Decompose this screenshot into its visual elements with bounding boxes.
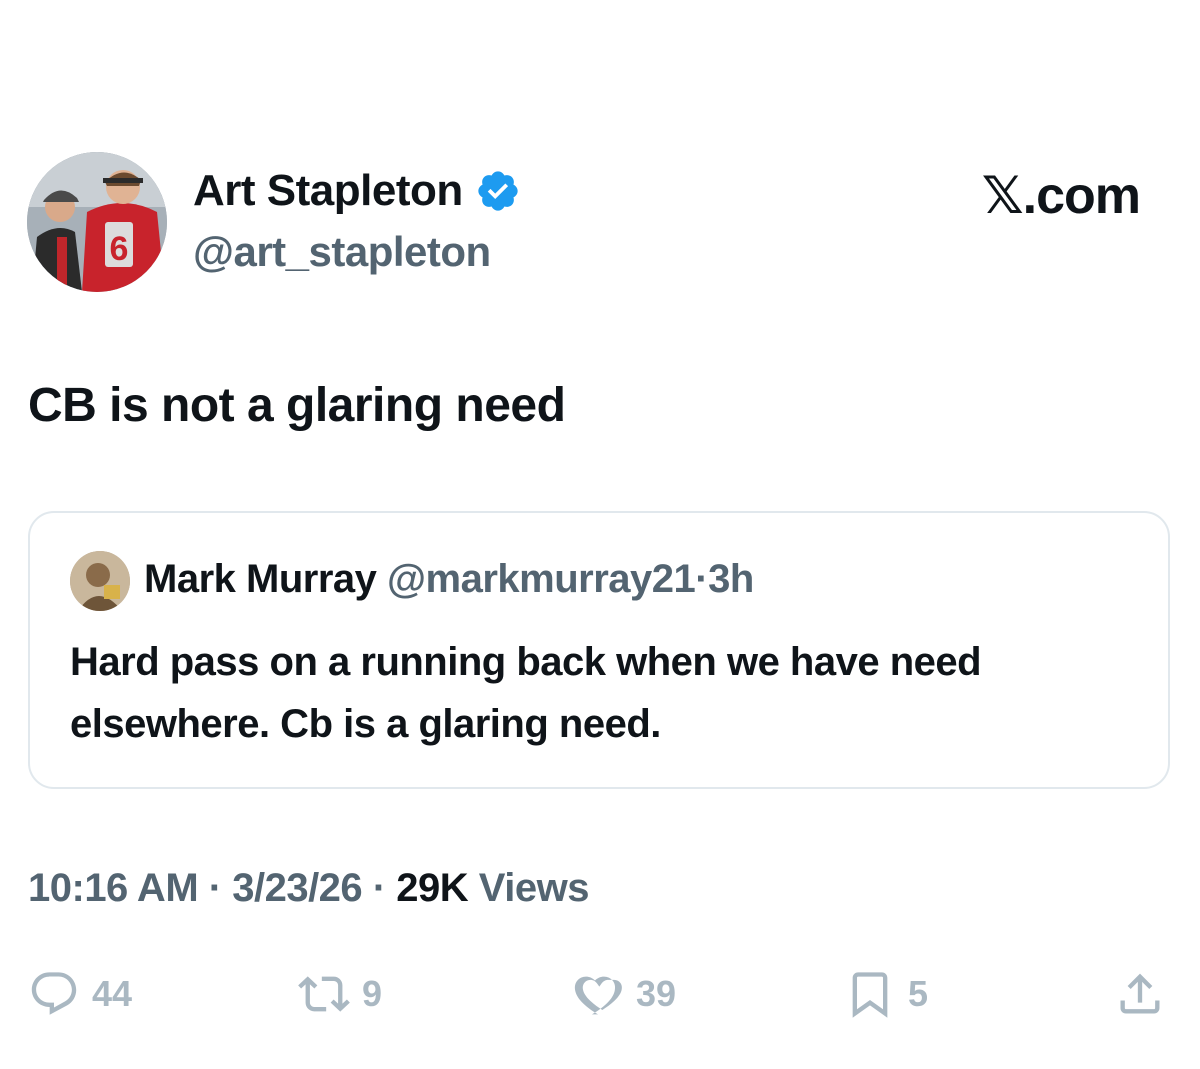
quote-text: Hard pass on a running back when we have… — [70, 640, 982, 746]
quote-author-avatar[interactable] — [70, 551, 130, 611]
quote-author-name[interactable]: Mark Murray — [144, 557, 377, 601]
repost-icon — [298, 976, 350, 1012]
quote-author-handle[interactable]: @markmurray21 — [387, 557, 696, 601]
x-brand-logo: 𝕏.com — [981, 167, 1141, 225]
like-button[interactable]: 39 — [572, 966, 676, 1022]
tweet-text: CB is not a glaring need — [28, 379, 566, 432]
share-button[interactable] — [1114, 966, 1178, 1022]
quote-header: Mark Murray @markmurray21·3h — [144, 557, 754, 602]
bookmark-button[interactable]: 5 — [844, 966, 928, 1022]
meta-separator: · — [372, 866, 386, 910]
views-count: 29K — [396, 866, 469, 910]
tweet-date[interactable]: 3/23/26 — [232, 866, 362, 910]
author-handle[interactable]: @art_stapleton — [193, 228, 491, 276]
views-label: Views — [468, 866, 590, 910]
bookmark-count: 5 — [908, 973, 929, 1014]
quote-separator: · — [695, 557, 709, 601]
repost-button[interactable]: 9 — [298, 966, 382, 1022]
tweet-meta: 10:16 AM · 3/23/26 · 29K Views — [28, 866, 589, 911]
share-icon — [1120, 973, 1160, 1014]
author-avatar[interactable]: 6 — [27, 152, 167, 292]
reply-button[interactable]: 44 — [28, 966, 132, 1022]
reply-icon — [31, 972, 77, 1015]
author-name[interactable]: Art Stapleton — [193, 166, 463, 216]
heart-icon — [574, 976, 622, 1015]
like-count: 39 — [636, 973, 677, 1014]
quoted-tweet-card[interactable]: Mark Murray @markmurray21·3h Hard pass o… — [28, 511, 1170, 789]
jersey-number: 6 — [110, 230, 129, 268]
meta-separator: · — [208, 866, 222, 910]
tweet-time[interactable]: 10:16 AM — [28, 866, 199, 910]
verified-badge-icon — [478, 171, 518, 211]
quote-time[interactable]: 3h — [708, 557, 754, 601]
repost-count: 9 — [362, 973, 383, 1014]
author-name-row[interactable]: Art Stapleton — [193, 166, 521, 216]
bookmark-icon — [852, 972, 888, 1018]
reply-count: 44 — [92, 973, 133, 1014]
